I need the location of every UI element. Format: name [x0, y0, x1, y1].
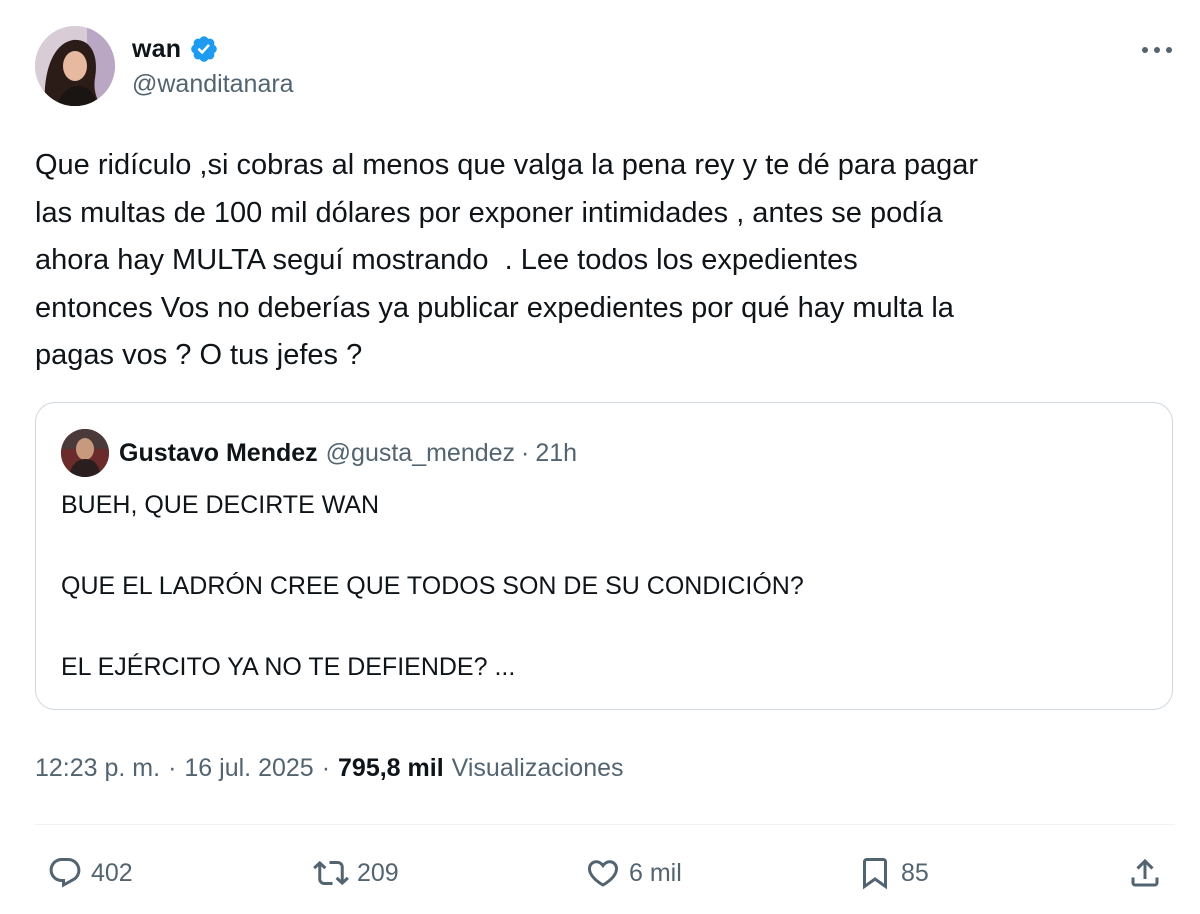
author-display-name[interactable]: wan	[132, 35, 181, 64]
quoted-author-name: Gustavo Mendez	[119, 438, 318, 467]
tweet-date[interactable]: 16 jul. 2025	[184, 754, 313, 783]
reply-icon	[49, 858, 81, 888]
tweet-meta: 12:23 p. m. · 16 jul. 2025 · 795,8 mil V…	[35, 748, 624, 788]
author-name-block: wan @wanditanara	[132, 34, 294, 99]
quoted-tweet-card[interactable]: Gustavo Mendez @gusta_mendez · 21h BUEH,…	[35, 402, 1173, 710]
like-count: 6 mil	[629, 858, 682, 887]
views-count: 795,8 mil	[338, 753, 444, 782]
repost-button[interactable]: 209	[313, 848, 399, 898]
views-label: Visualizaciones	[451, 753, 624, 782]
quoted-tweet-time: 21h	[535, 438, 578, 467]
meta-separator: ·	[321, 753, 331, 782]
reply-count: 402	[91, 858, 133, 887]
more-options-icon[interactable]	[1139, 38, 1175, 62]
author-handle[interactable]: @wanditanara	[132, 70, 294, 99]
bookmark-icon	[863, 858, 887, 890]
author-row: wan @wanditanara	[35, 26, 1175, 110]
bookmark-button[interactable]: 85	[857, 848, 929, 898]
share-icon	[1131, 858, 1159, 887]
quoted-tweet-text: BUEH, QUE DECIRTE WAN QUE EL LADRÓN CREE…	[61, 491, 804, 681]
repost-icon	[313, 860, 349, 886]
share-button[interactable]	[1127, 848, 1163, 898]
bookmark-count: 85	[901, 858, 929, 887]
divider	[35, 824, 1175, 825]
quoted-author-handle: @gusta_mendez	[325, 438, 516, 467]
action-bar: 402 209 6 mil 85	[35, 848, 1175, 898]
repost-count: 209	[357, 858, 399, 887]
verified-badge-icon	[191, 36, 218, 62]
heart-icon	[587, 860, 619, 887]
reply-button[interactable]: 402	[47, 848, 133, 898]
tweet-time[interactable]: 12:23 p. m.	[35, 754, 160, 783]
quoted-tweet-header: Gustavo Mendez @gusta_mendez · 21h	[61, 428, 577, 478]
display-name-line: wan	[132, 34, 294, 64]
author-avatar[interactable]	[35, 26, 115, 106]
tweet-text: Que ridículo ,si cobras al menos que val…	[35, 149, 979, 371]
quoted-author-avatar	[61, 429, 109, 477]
meta-separator: ·	[168, 753, 177, 782]
like-button[interactable]: 6 mil	[585, 848, 682, 898]
quoted-separator: ·	[521, 438, 530, 467]
